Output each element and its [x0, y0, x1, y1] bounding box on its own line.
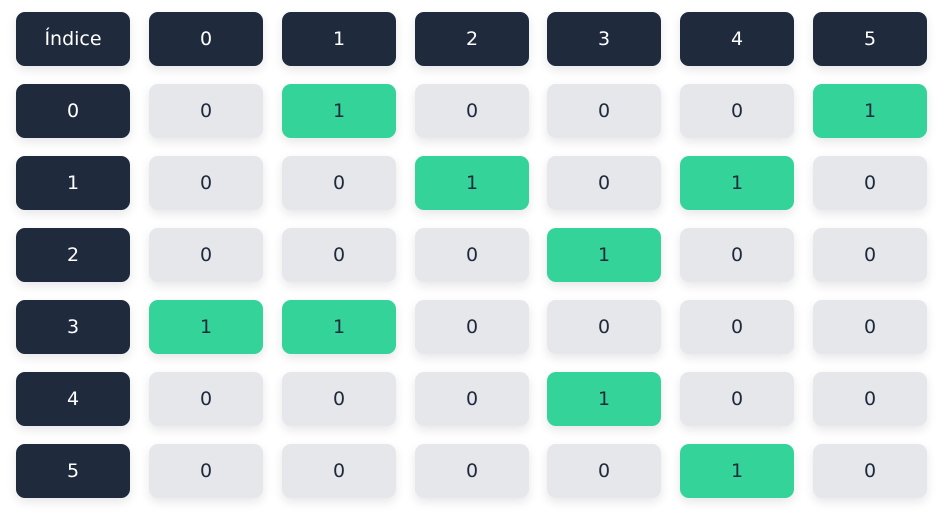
matrix-cell: 0 [149, 444, 263, 498]
matrix-cell-active: 1 [680, 156, 794, 210]
matrix-cell: 0 [813, 372, 927, 426]
matrix-cell: 0 [282, 444, 396, 498]
matrix-cell: 0 [415, 444, 529, 498]
row-header: 5 [16, 444, 130, 498]
column-header: 2 [415, 12, 529, 66]
matrix-cell: 0 [680, 372, 794, 426]
row-header: 1 [16, 156, 130, 210]
matrix-cell-active: 1 [680, 444, 794, 498]
column-header: 1 [282, 12, 396, 66]
matrix-cell-active: 1 [547, 372, 661, 426]
matrix-cell: 0 [547, 444, 661, 498]
matrix-cell: 0 [813, 300, 927, 354]
matrix-cell: 0 [813, 228, 927, 282]
matrix-cell-active: 1 [149, 300, 263, 354]
matrix-cell-active: 1 [282, 300, 396, 354]
matrix-cell: 0 [680, 84, 794, 138]
matrix-cell: 0 [813, 156, 927, 210]
column-header: 3 [547, 12, 661, 66]
matrix-cell-active: 1 [282, 84, 396, 138]
adjacency-matrix: Índice 0 1 2 3 4 5 0 0 1 0 0 0 1 1 0 0 1… [0, 0, 936, 512]
column-header: 5 [813, 12, 927, 66]
matrix-cell: 0 [415, 84, 529, 138]
row-header: 4 [16, 372, 130, 426]
matrix-cell: 0 [282, 156, 396, 210]
matrix-cell: 0 [282, 372, 396, 426]
matrix-cell: 0 [282, 228, 396, 282]
matrix-cell: 0 [547, 84, 661, 138]
matrix-cell: 0 [680, 228, 794, 282]
row-header: 2 [16, 228, 130, 282]
matrix-cell: 0 [547, 300, 661, 354]
matrix-cell-active: 1 [813, 84, 927, 138]
matrix-cell: 0 [415, 300, 529, 354]
matrix-cell: 0 [149, 228, 263, 282]
column-header: 4 [680, 12, 794, 66]
matrix-cell: 0 [149, 156, 263, 210]
matrix-cell: 0 [149, 84, 263, 138]
matrix-cell: 0 [149, 372, 263, 426]
matrix-cell-active: 1 [415, 156, 529, 210]
matrix-cell: 0 [415, 228, 529, 282]
row-header: 3 [16, 300, 130, 354]
row-header: 0 [16, 84, 130, 138]
matrix-cell: 0 [680, 300, 794, 354]
matrix-cell: 0 [415, 372, 529, 426]
corner-header: Índice [16, 12, 130, 66]
column-header: 0 [149, 12, 263, 66]
matrix-cell: 0 [813, 444, 927, 498]
matrix-cell-active: 1 [547, 228, 661, 282]
matrix-cell: 0 [547, 156, 661, 210]
